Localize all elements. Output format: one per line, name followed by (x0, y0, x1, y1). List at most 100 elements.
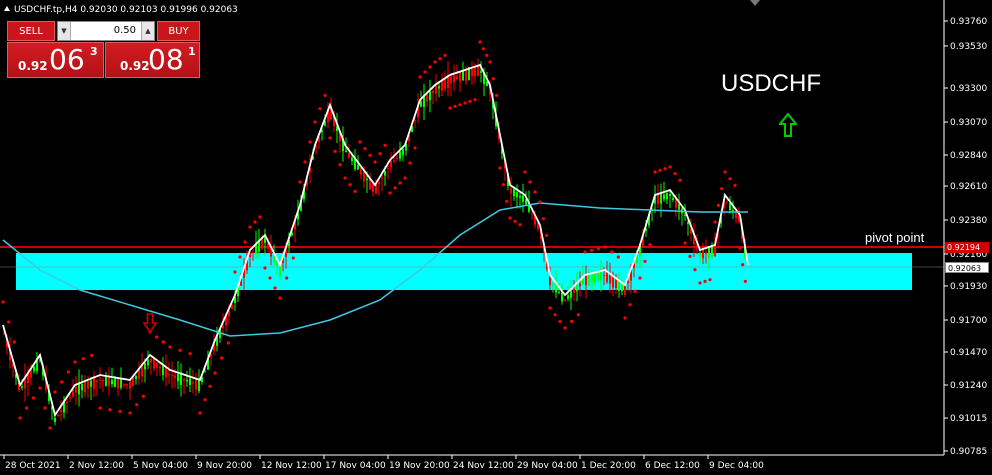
candle-body (474, 66, 476, 77)
candle (660, 183, 662, 218)
candle (147, 350, 149, 370)
parabolic-sar-dot (491, 77, 495, 81)
candle-body (75, 386, 77, 393)
parabolic-sar-dot (743, 279, 747, 283)
parabolic-sar-dot (583, 250, 587, 254)
candle-body (531, 213, 533, 215)
buy-price-button[interactable]: 0.92 08 1 (105, 42, 200, 78)
parabolic-sar-dot (308, 140, 312, 144)
candle (423, 83, 425, 121)
parabolic-sar-dot (548, 306, 552, 310)
price-axis-label: 0.91240 (950, 381, 987, 391)
parabolic-sar-dot (368, 153, 372, 157)
candle-body (102, 380, 104, 382)
candle-body (486, 81, 488, 87)
candle (171, 361, 173, 389)
sell-price-fraction: 3 (90, 45, 98, 58)
parabolic-sar-dot (558, 319, 562, 323)
candle-body (585, 274, 587, 286)
parabolic-sar-dot (220, 356, 224, 360)
parabolic-sar-dot (48, 426, 52, 430)
time-axis-label: 28 Oct 2021 (5, 461, 61, 471)
lot-size-value[interactable]: 0.50 (114, 22, 136, 40)
candle-body (579, 283, 581, 287)
parabolic-sar-dot (285, 276, 289, 280)
parabolic-sar-dot (628, 303, 632, 307)
candle-body (135, 375, 137, 380)
candle-body (123, 383, 125, 385)
candle-body (117, 377, 119, 389)
candle (141, 353, 143, 383)
lot-size-input[interactable]: ▼ 0.50 ▲ (57, 21, 155, 41)
parabolic-sar-dot (291, 256, 295, 260)
candle (459, 71, 461, 92)
parabolic-sar-dot (478, 40, 482, 44)
parabolic-sar-dot (303, 160, 307, 164)
parabolic-sar-dot (723, 170, 727, 174)
lot-decrease-icon[interactable]: ▼ (58, 22, 71, 40)
candle-body (33, 366, 35, 372)
parabolic-sar-dot (43, 406, 47, 410)
price-axis-label: 0.92380 (950, 216, 987, 226)
candle-body (99, 379, 101, 381)
bid-price-tag: 0.92063 (945, 262, 989, 273)
buy-button[interactable]: BUY (157, 21, 200, 41)
chart-shift-marker[interactable] (750, 0, 760, 6)
parabolic-sar-dot (533, 190, 537, 194)
parabolic-sar-dot (683, 241, 687, 245)
candle (36, 351, 38, 375)
parabolic-sar-dot (448, 106, 452, 110)
candle-body (348, 152, 350, 158)
candle-body (456, 76, 458, 80)
parabolic-sar-dot (663, 167, 667, 171)
candle (156, 362, 158, 377)
parabolic-sar-dot (553, 313, 557, 317)
candle (126, 383, 128, 390)
candle-body (108, 377, 110, 386)
candle-body (573, 289, 575, 293)
parabolic-sar-dot (18, 416, 22, 420)
candle-body (552, 283, 554, 285)
parabolic-sar-dot (358, 140, 362, 144)
parabolic-sar-dot (413, 146, 417, 150)
lot-increase-icon[interactable]: ▲ (141, 22, 154, 40)
symbol-info: USDCHF.tp,H4 0.92030 0.92103 0.91996 0.9… (4, 5, 238, 15)
collapse-triangle-icon[interactable] (4, 6, 10, 11)
candle-body (96, 380, 98, 382)
candle (678, 193, 680, 221)
parabolic-sar-dot (378, 152, 382, 156)
candle-body (183, 378, 185, 381)
candle (186, 370, 188, 387)
candle-body (129, 381, 131, 389)
up-arrow-icon (779, 113, 797, 137)
parabolic-sar-dot (438, 57, 442, 61)
candle (90, 376, 92, 401)
sell-button[interactable]: SELL (7, 21, 55, 41)
candle-body (732, 210, 734, 212)
parabolic-sar-dot (348, 183, 352, 187)
candle-body (393, 160, 395, 162)
parabolic-sar-dot (673, 172, 677, 176)
candle-body (684, 214, 686, 216)
parabolic-sar-dot (693, 268, 697, 272)
candle-body (366, 178, 368, 180)
candle (435, 73, 437, 102)
candle (177, 361, 179, 390)
candle (180, 363, 182, 397)
sell-price-button[interactable]: 0.92 06 3 (7, 42, 104, 78)
parabolic-sar-dot (458, 103, 462, 107)
time-axis-label: 1 Dec 20:00 (581, 461, 636, 471)
parabolic-sar-dot (720, 187, 724, 191)
candle-body (705, 252, 707, 254)
parabolic-sar-dot (570, 319, 574, 323)
candle-body (453, 75, 455, 83)
candle-body (435, 85, 437, 94)
candle-body (357, 164, 359, 170)
parabolic-sar-dot (333, 149, 337, 153)
parabolic-sar-dot (273, 286, 277, 290)
candle (162, 357, 164, 381)
candle-body (186, 379, 188, 382)
candle-body (111, 379, 113, 385)
candle-body (252, 251, 254, 253)
candle (54, 416, 56, 426)
